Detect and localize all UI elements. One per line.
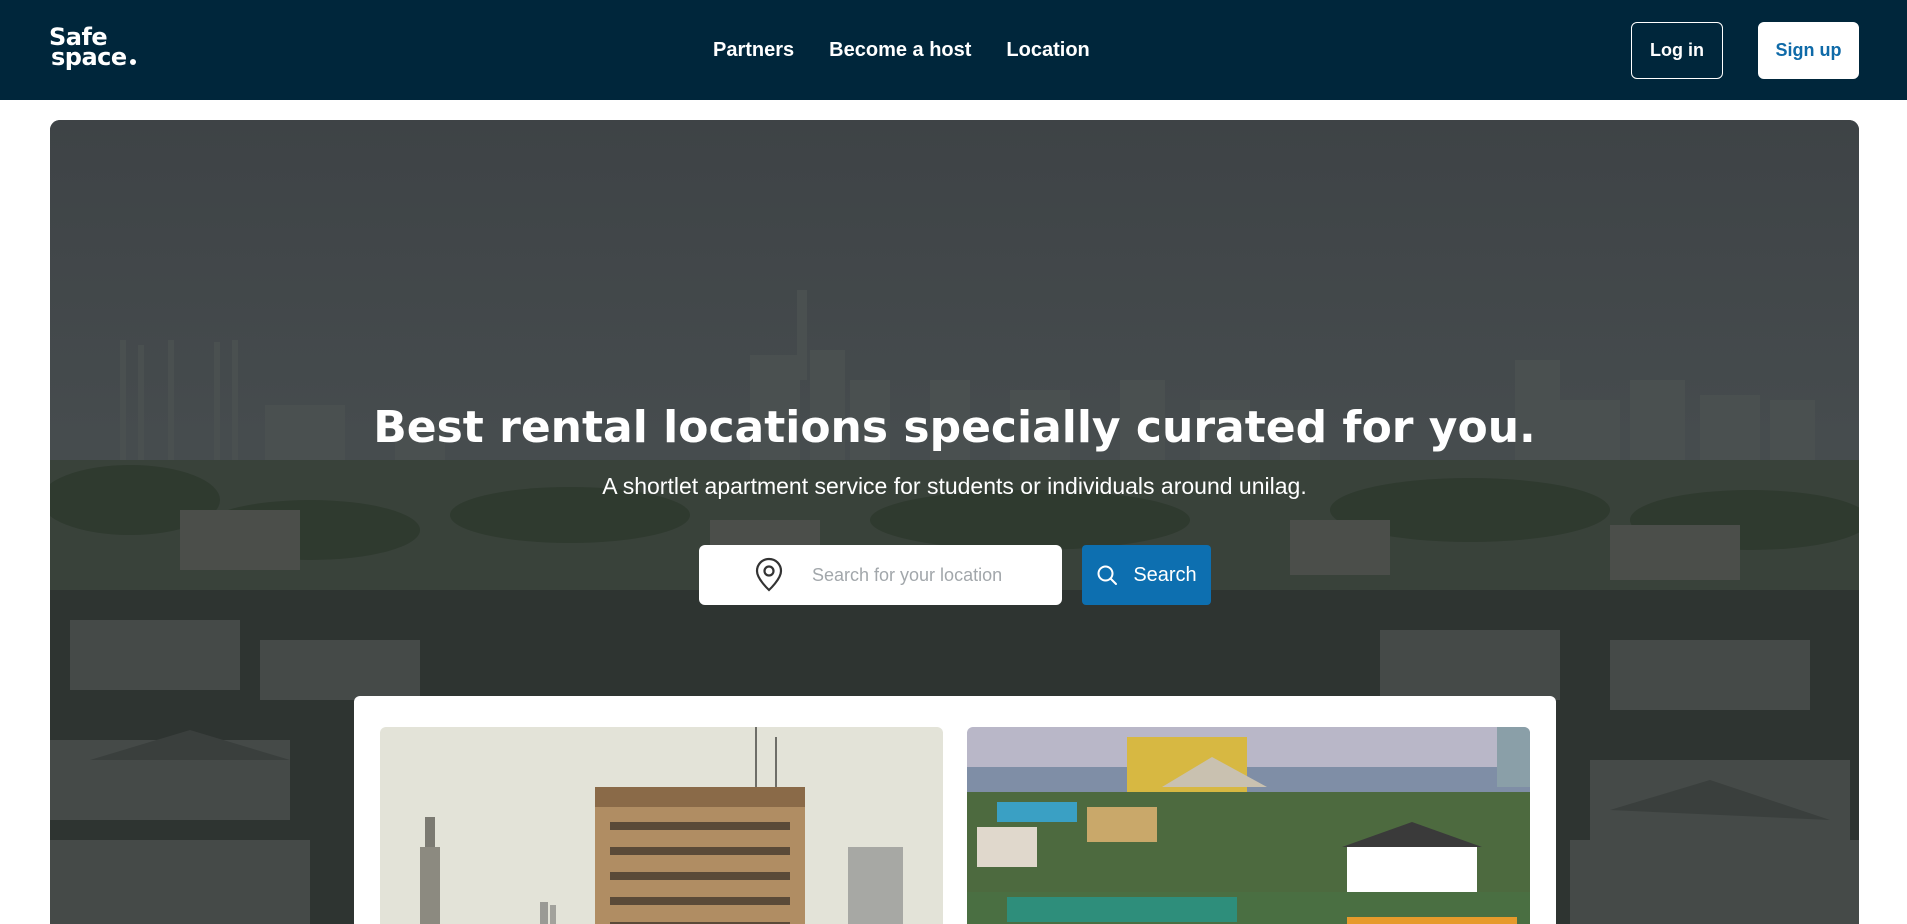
logo-dot xyxy=(129,59,136,65)
signup-button[interactable]: Sign up xyxy=(1758,22,1859,79)
login-button[interactable]: Log in xyxy=(1631,22,1723,79)
hero-section: Best rental locations specially curated … xyxy=(50,120,1859,924)
location-search-input[interactable] xyxy=(812,564,1012,586)
nav-become-a-host[interactable]: Become a host xyxy=(829,39,971,62)
building-photo xyxy=(380,727,943,924)
main-nav: Partners Become a host Location xyxy=(713,0,1125,100)
logo-line2: space xyxy=(51,43,127,71)
city-photo xyxy=(967,727,1530,924)
nav-location[interactable]: Location xyxy=(1006,39,1089,62)
hero-title: Best rental locations specially curated … xyxy=(373,402,1536,453)
featured-locations-panel xyxy=(354,696,1556,924)
search-button-label: Search xyxy=(1133,563,1197,586)
location-pin-icon xyxy=(755,557,783,592)
location-card-image-1[interactable] xyxy=(380,727,943,924)
hero-subtitle: A shortlet apartment service for student… xyxy=(602,473,1307,499)
location-search-box xyxy=(699,545,1062,605)
location-card-image-2[interactable] xyxy=(967,727,1530,924)
safespace-logo[interactable]: Safe space xyxy=(49,25,136,69)
search-icon xyxy=(1097,565,1118,585)
nav-partners[interactable]: Partners xyxy=(713,39,794,62)
search-button[interactable]: Search xyxy=(1082,545,1211,605)
top-navbar: Safe space Partners Become a host Locati… xyxy=(0,0,1907,100)
